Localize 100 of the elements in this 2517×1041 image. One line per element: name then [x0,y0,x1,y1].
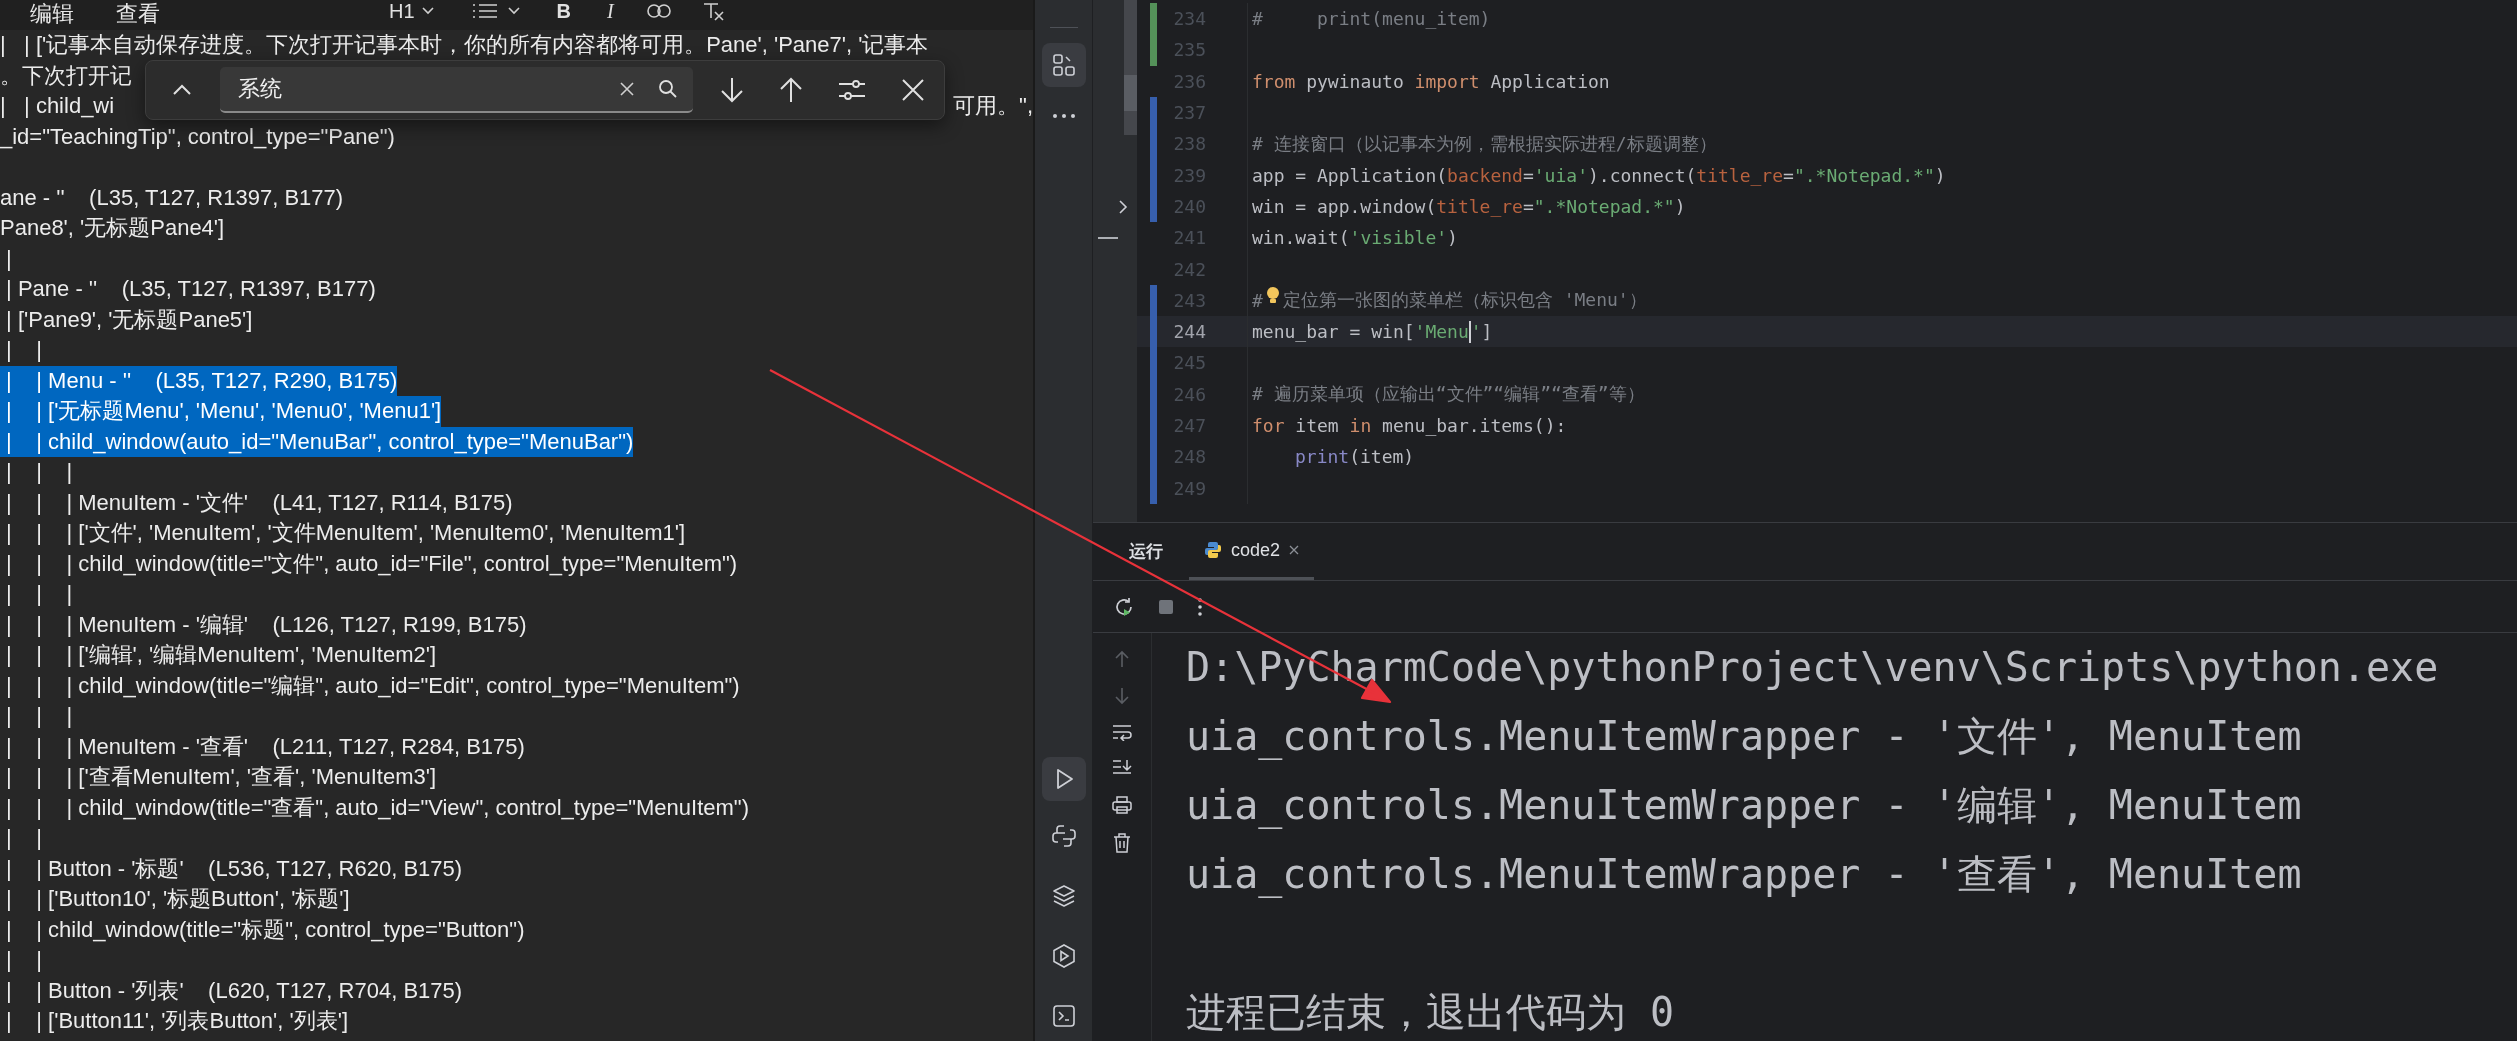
stop-icon[interactable] [1157,597,1175,616]
code-token: = [1783,164,1794,186]
text-line: | ['Pane9', '无标题Pane5'] [5,305,253,334]
text-line: ane - '' (L35, T127, R1397, B177) [0,183,344,212]
arrow-down-icon[interactable] [719,75,745,105]
text-line: | | | ['查看MenuItem', '查看', 'MenuItem3'] [5,763,436,791]
code-token: ".*Notepad.*" [1533,195,1675,217]
more-icon[interactable] [1050,112,1077,120]
code-token: # 连接窗口（以记事本为例，需根据实际进程/标题调整） [1252,131,1717,156]
close-icon[interactable] [900,77,926,103]
text-line: | | [5,336,42,364]
text-line: _id="TeachingTip", control_type="Pane") [0,122,395,151]
code-token: ) [1934,164,1946,186]
text-line: | | | ['文件', 'MenuItem', '文件MenuItem', 'MenuItem0', 'MenuItem1'] [5,519,686,547]
code-token: # print(menu_item) [1252,8,1491,30]
console-line: uia_controls.MenuItemWrapper - '文件', MenuItem [1186,712,2303,762]
format-button[interactable]: B [552,0,576,22]
more-icon[interactable] [1197,596,1203,617]
layers-icon[interactable] [1050,883,1077,909]
panel-title: 运行 [1129,541,1163,563]
text-line: | | child_wi [0,92,115,120]
menu-item[interactable]: 编辑 [30,2,74,26]
menu-item[interactable]: 查看 [116,2,160,26]
text-line: | | ['Button11', '列表Button', '列表'] [5,1007,349,1035]
text-line: | | ['记事本自动保存进度。下次打开记事本时，你的所有内容都将可用。Pane', 'Pane7', '记事本 [0,31,929,59]
code-token: 'visible' [1349,227,1448,249]
minus-icon[interactable] [1097,236,1119,240]
console-line: uia_controls.MenuItemWrapper - '编辑', MenuItem [1186,781,2303,831]
print-icon[interactable] [1111,795,1133,815]
text-line: | | Button - '标题' (L536, T127, R620, B175) [5,854,463,883]
hexagon-play-icon[interactable] [1050,943,1077,969]
text-line: | | | MenuItem - '文件' (L41, T127, R114, B175) [5,488,513,517]
arrow-up-icon[interactable] [778,75,804,105]
line-number: 244 [1172,321,1206,343]
text-cursor [1468,320,1471,343]
code-token: print [1295,446,1350,468]
chevron-right-icon[interactable] [1117,199,1129,215]
run-button[interactable] [1041,757,1086,801]
python-icon[interactable] [1050,823,1077,849]
code-token: ) [1447,227,1458,249]
search-field[interactable]: 系统 [220,67,693,113]
code-token: ".*Notepad.*" [1793,164,1935,186]
console-line: uia_controls.MenuItemWrapper - '查看', MenuItem [1186,850,2303,900]
format-button[interactable]: I [603,0,618,22]
text-line: | | | MenuItem - '查看' (L211, T127, R284, B175) [5,732,525,761]
soft-wrap-icon[interactable] [1111,723,1133,741]
code-token: win = app.window( [1252,195,1437,217]
grid-icon [1050,52,1077,78]
text-line: | | child_window(title="标题", control_type="Button") [5,915,525,944]
text-line: | | | [5,458,73,486]
code-token: ] [1481,321,1493,343]
code-token: = [1522,164,1534,186]
code-token: # [1252,289,1263,311]
text-line: | | | [5,580,73,608]
text-line: Pane8', '无标题Pane4'] [0,214,225,242]
code-token: ) [1674,195,1686,217]
text-line: | | | MenuItem - '编辑' (L126, T127, R199, B175) [5,610,527,639]
text-line: | Pane - '' (L35, T127, R1397, B177) [5,275,376,303]
text-line: | | ['Button10', '标题Button', '标题'] [5,885,350,913]
terminal-icon[interactable] [1050,1003,1077,1029]
rerun-icon[interactable] [1113,595,1135,618]
code-token: = [1522,195,1534,217]
structure-button[interactable] [1041,43,1086,87]
code-token: title_re [1436,195,1523,217]
code-token: from [1252,70,1296,92]
tab-label: code2 [1231,539,1281,561]
code-token: item [1294,415,1340,436]
text-line: 。下次打开记 [0,61,132,90]
format-button[interactable]: H1 [385,0,439,22]
code-token: in [1349,415,1372,436]
text-line: 可用。", [953,92,1033,120]
code-token: for [1252,415,1285,436]
code-token: # 遍历菜单项（应输出“文件”“编辑”“查看”等） [1252,382,1645,407]
run-tab[interactable]: code2 [1189,523,1315,580]
trash-icon[interactable] [1112,832,1132,854]
text-line: | | [5,946,42,974]
code-token: 'Menu [1414,321,1469,343]
code-token: ' [1470,321,1482,343]
code-token: backend [1447,164,1523,186]
text-line: | | | child_window(title="查看", auto_id="View", control_type="MenuItem") [5,793,749,822]
text-line: | | | child_window(title="编辑", auto_id="Edit", control_type="MenuItem") [5,671,740,700]
close-icon[interactable] [1288,544,1301,556]
search-icon[interactable] [657,78,679,100]
settings-icon[interactable] [837,77,867,103]
code-token: Application [1489,70,1610,92]
text-line: | | Button - '列表' (L620, T127, R704, B175) [5,976,463,1005]
search-input[interactable]: 系统 [236,75,597,103]
text-line: | | | [5,702,73,730]
scrollbar[interactable] [1124,0,1137,135]
code-token: 'uia' [1533,164,1588,186]
code-token: (item) [1349,446,1415,468]
text-line: | | [5,824,42,852]
code-token: app = Application( [1252,164,1448,186]
text-line: | | | child_window(title="文件", auto_id="File", control_type="MenuItem") [5,549,738,578]
console-line: 进程已结束，退出代码为 0 [1186,988,1676,1037]
code-token: win.wait( [1252,227,1350,249]
link-icon[interactable] [645,1,672,21]
code-token: menu_bar = win[ [1252,321,1415,343]
code-token: pywinauto [1305,70,1405,92]
code-token: title_re [1696,164,1784,186]
